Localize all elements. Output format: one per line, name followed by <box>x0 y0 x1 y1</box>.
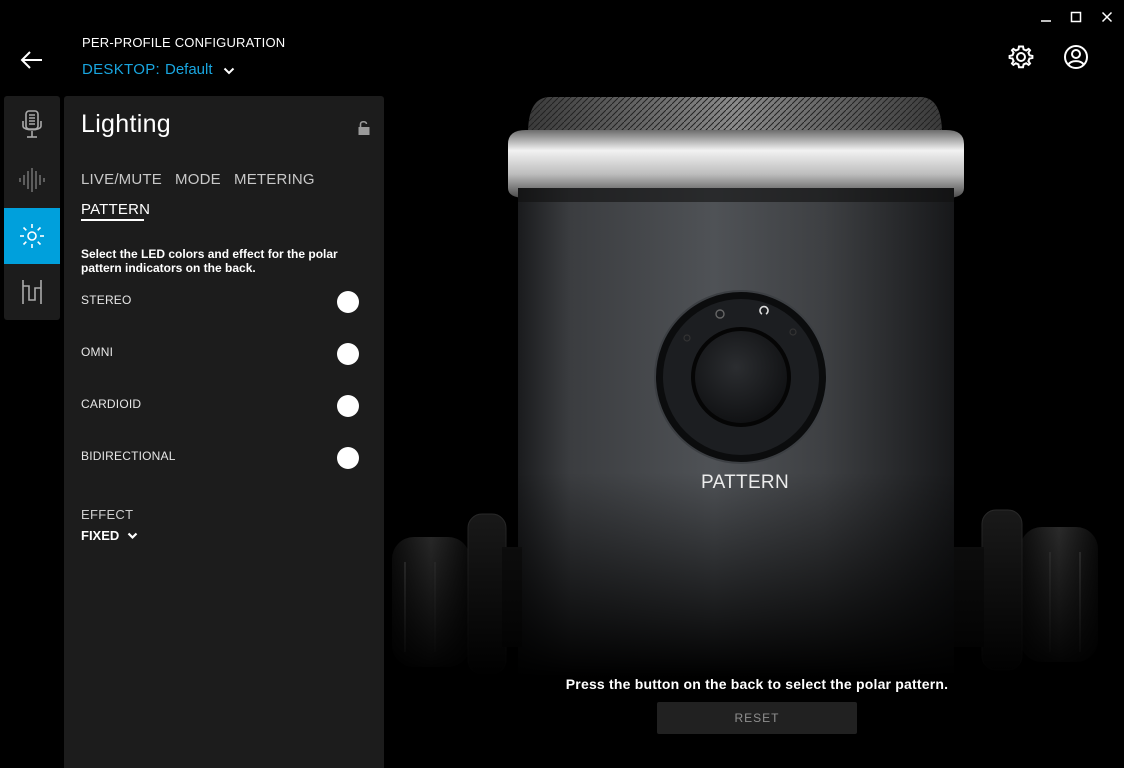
microphone-icon <box>22 110 42 138</box>
back-button[interactable] <box>14 46 50 74</box>
effect-value: FIXED <box>81 528 120 543</box>
unlock-icon[interactable] <box>357 120 371 136</box>
panel-description: Select the LED colors and effect for the… <box>81 247 338 275</box>
color-swatch-bidirectional[interactable] <box>337 447 359 469</box>
pattern-button-label: PATTERN <box>701 472 789 493</box>
color-swatch-cardioid[interactable] <box>337 395 359 417</box>
mixer-icon <box>22 280 42 304</box>
nav-item-audio[interactable] <box>4 152 60 208</box>
settings-button[interactable] <box>1006 42 1036 72</box>
account-button[interactable] <box>1061 42 1091 72</box>
pattern-label-cardioid: CARDIOID <box>81 397 142 411</box>
chevron-down-icon <box>223 67 234 74</box>
arrow-left-icon <box>20 51 42 69</box>
pattern-label-stereo: STEREO <box>81 293 132 307</box>
close-icon[interactable] <box>1093 6 1121 28</box>
nav-item-microphone[interactable] <box>4 96 60 152</box>
color-swatch-omni[interactable] <box>337 343 359 365</box>
color-swatch-stereo[interactable] <box>337 291 359 313</box>
minimize-icon[interactable] <box>1032 6 1060 28</box>
effect-label: EFFECT <box>81 507 134 522</box>
effect-dropdown[interactable]: FIXED <box>81 528 138 543</box>
reset-button[interactable]: RESET <box>657 702 857 734</box>
profile-selector[interactable]: DESKTOP: Default <box>82 61 235 78</box>
tab-mode[interactable]: MODE <box>175 171 221 188</box>
waveform-icon <box>19 168 45 192</box>
lighting-icon <box>20 224 44 248</box>
active-tab-indicator <box>81 219 144 221</box>
sidebar-nav <box>4 96 60 320</box>
profile-name: Default <box>164 61 213 78</box>
panel-title: Lighting <box>81 110 171 138</box>
maximize-icon[interactable] <box>1062 6 1090 28</box>
tab-live-mute[interactable]: LIVE/MUTE <box>81 171 162 188</box>
microphone-image <box>390 92 1100 677</box>
pattern-label-bidirectional: BIDIRECTIONAL <box>81 449 176 463</box>
pattern-label-omni: OMNI <box>81 345 114 359</box>
page-title: PER-PROFILE CONFIGURATION <box>82 35 286 50</box>
nav-item-mixer[interactable] <box>4 264 60 320</box>
profile-keyword: DESKTOP: <box>82 61 160 78</box>
chevron-down-icon <box>128 532 138 540</box>
tab-pattern[interactable]: PATTERN <box>81 201 150 218</box>
gear-icon <box>1008 45 1034 69</box>
lighting-panel: Lighting LIVE/MUTE MODE METERING PATTERN… <box>64 96 384 768</box>
tab-metering[interactable]: METERING <box>234 171 315 188</box>
instruction-text: Press the button on the back to select t… <box>565 676 949 692</box>
user-circle-icon <box>1064 45 1088 69</box>
nav-item-lighting[interactable] <box>4 208 60 264</box>
